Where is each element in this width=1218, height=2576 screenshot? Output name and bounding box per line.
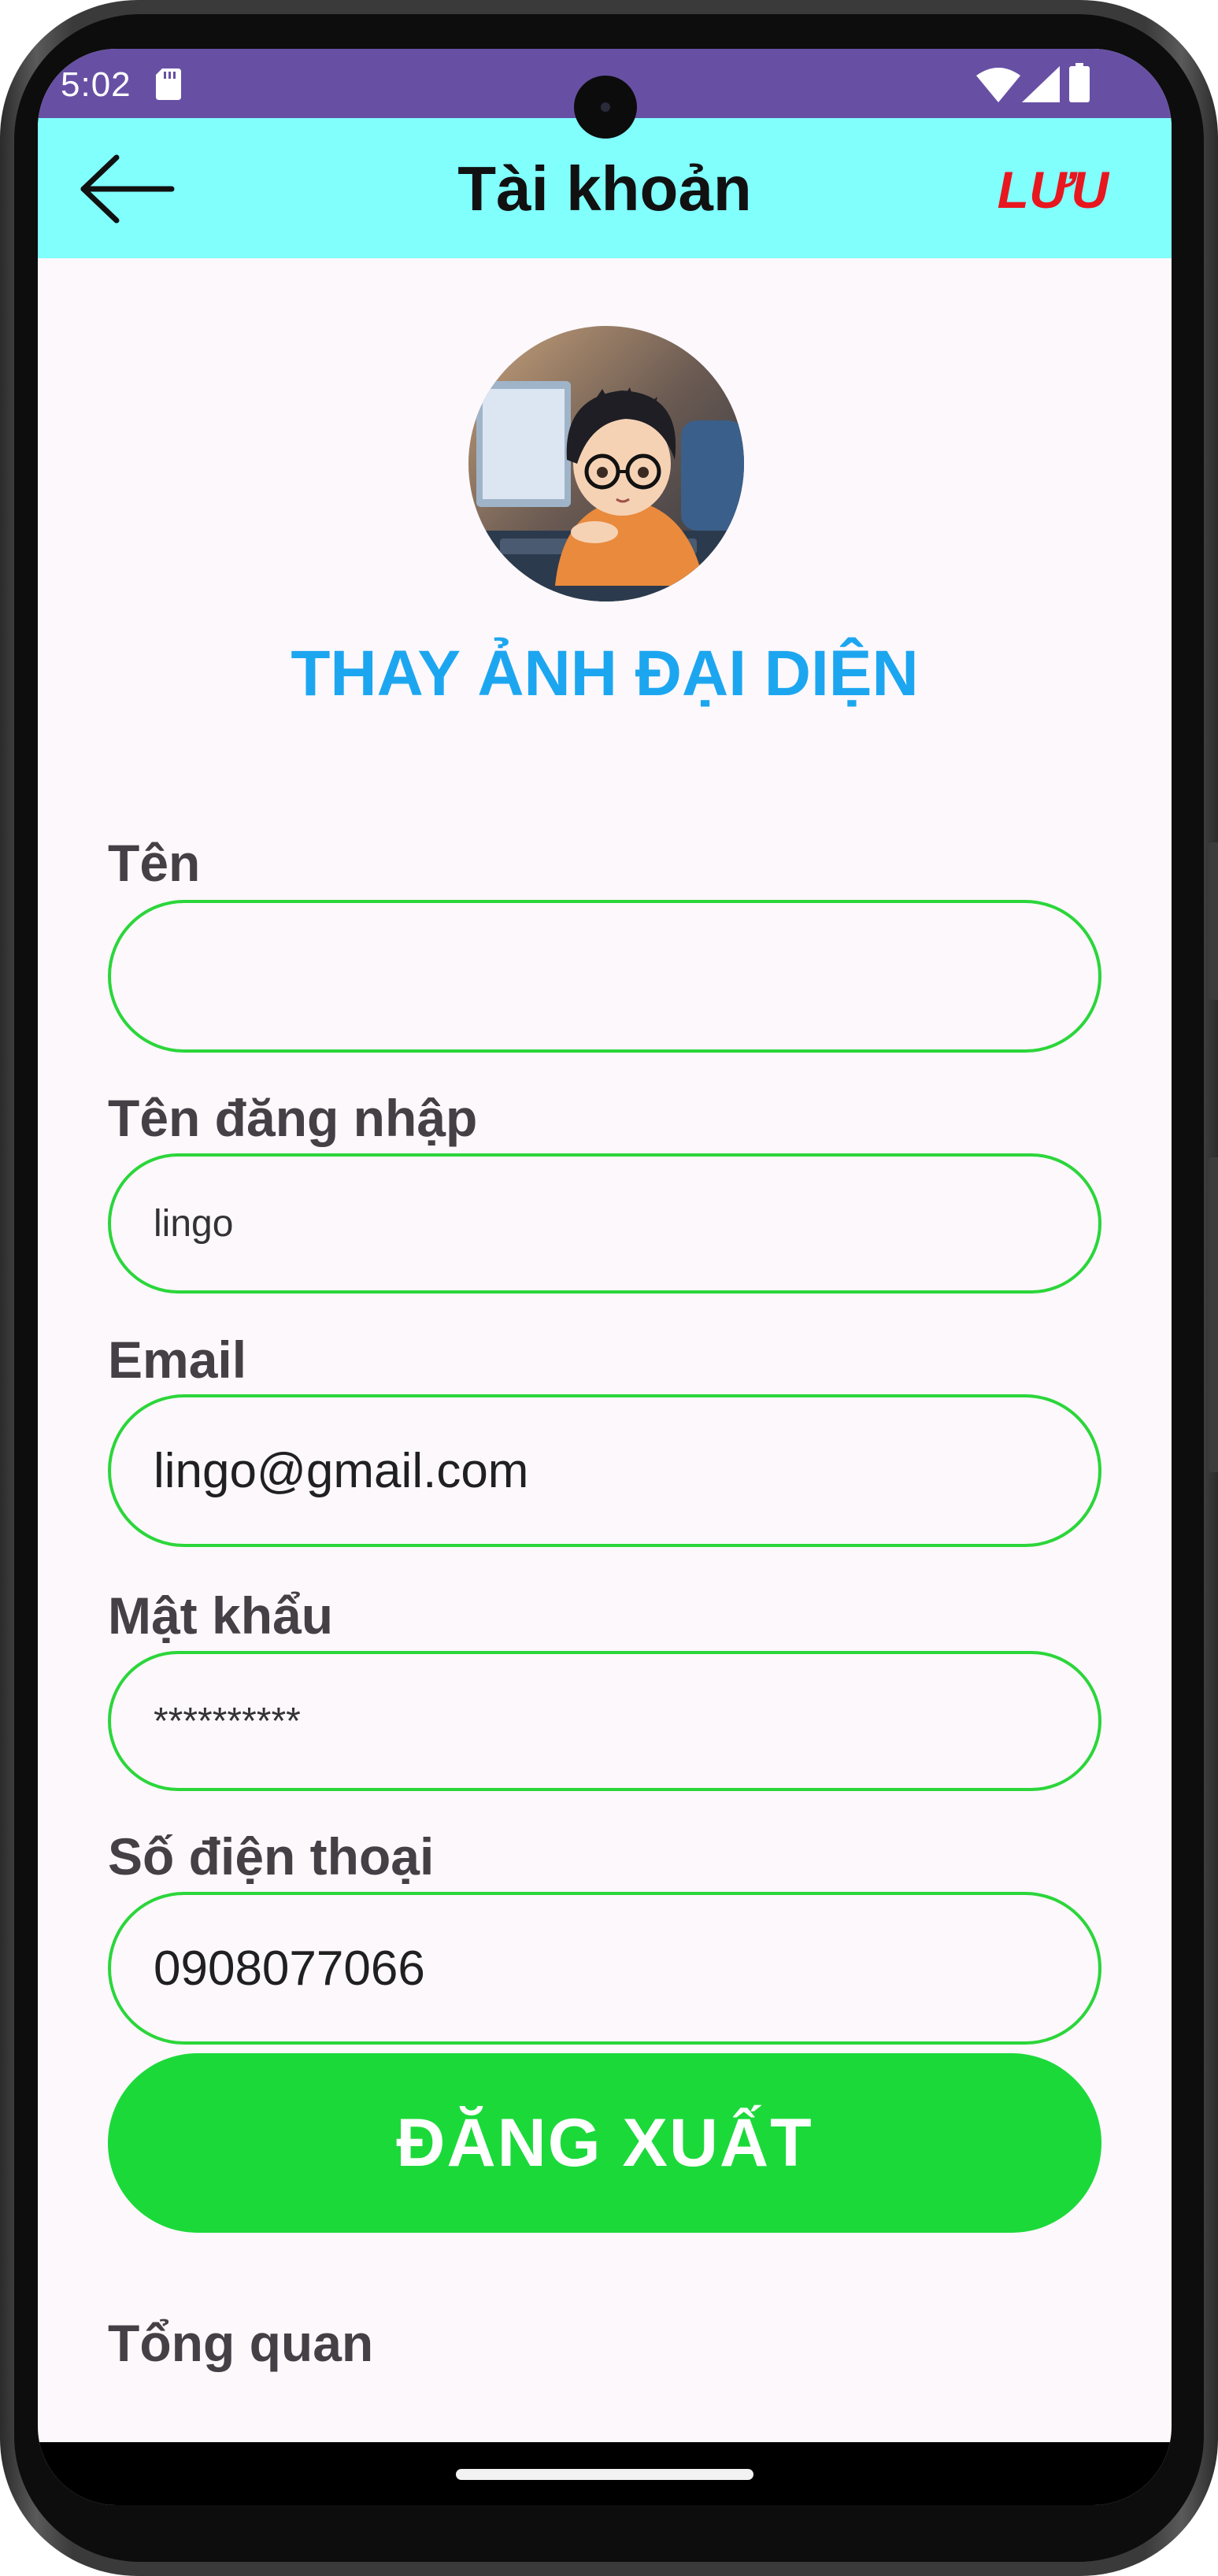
save-button[interactable]: LƯU — [998, 154, 1109, 225]
logout-button[interactable]: ĐĂNG XUẤT — [108, 2053, 1101, 2233]
volume-button — [1209, 1157, 1218, 1472]
change-avatar-button[interactable]: THAY ẢNH ĐẠI DIỆN — [38, 636, 1172, 712]
email-label: Email — [108, 1331, 247, 1389]
overview-label: Tổng quan — [108, 2314, 374, 2372]
power-button — [1209, 842, 1218, 1000]
password-label: Mật khẩu — [108, 1586, 334, 1645]
username-field[interactable]: lingo — [108, 1153, 1101, 1294]
password-field[interactable]: ********** — [108, 1651, 1101, 1791]
sd-card-icon — [156, 68, 181, 100]
avatar[interactable] — [468, 326, 744, 601]
wifi-icon — [976, 68, 1020, 102]
username-label: Tên đăng nhập — [108, 1089, 478, 1147]
phone-field[interactable]: 0908077066 — [108, 1892, 1101, 2045]
home-handle[interactable] — [456, 2469, 753, 2480]
avatar-illustration — [468, 326, 744, 601]
name-field[interactable] — [108, 900, 1101, 1053]
name-label: Tên — [108, 834, 201, 892]
screen: 5:02 Tài khoản LƯU THAY ẢNH ĐẠI DIỆN Tên… — [38, 49, 1172, 2505]
signal-icon — [1022, 66, 1060, 102]
camera-hole — [574, 76, 637, 139]
phone-label: Số điện thoại — [108, 1827, 435, 1886]
status-time: 5:02 — [61, 65, 131, 104]
battery-icon — [1069, 63, 1090, 102]
app-bar: Tài khoản LƯU — [38, 118, 1172, 258]
email-field[interactable]: lingo@gmail.com — [108, 1394, 1101, 1547]
phone-frame: 5:02 Tài khoản LƯU THAY ẢNH ĐẠI DIỆN Tên… — [0, 0, 1218, 2576]
navigation-bar — [38, 2442, 1172, 2505]
